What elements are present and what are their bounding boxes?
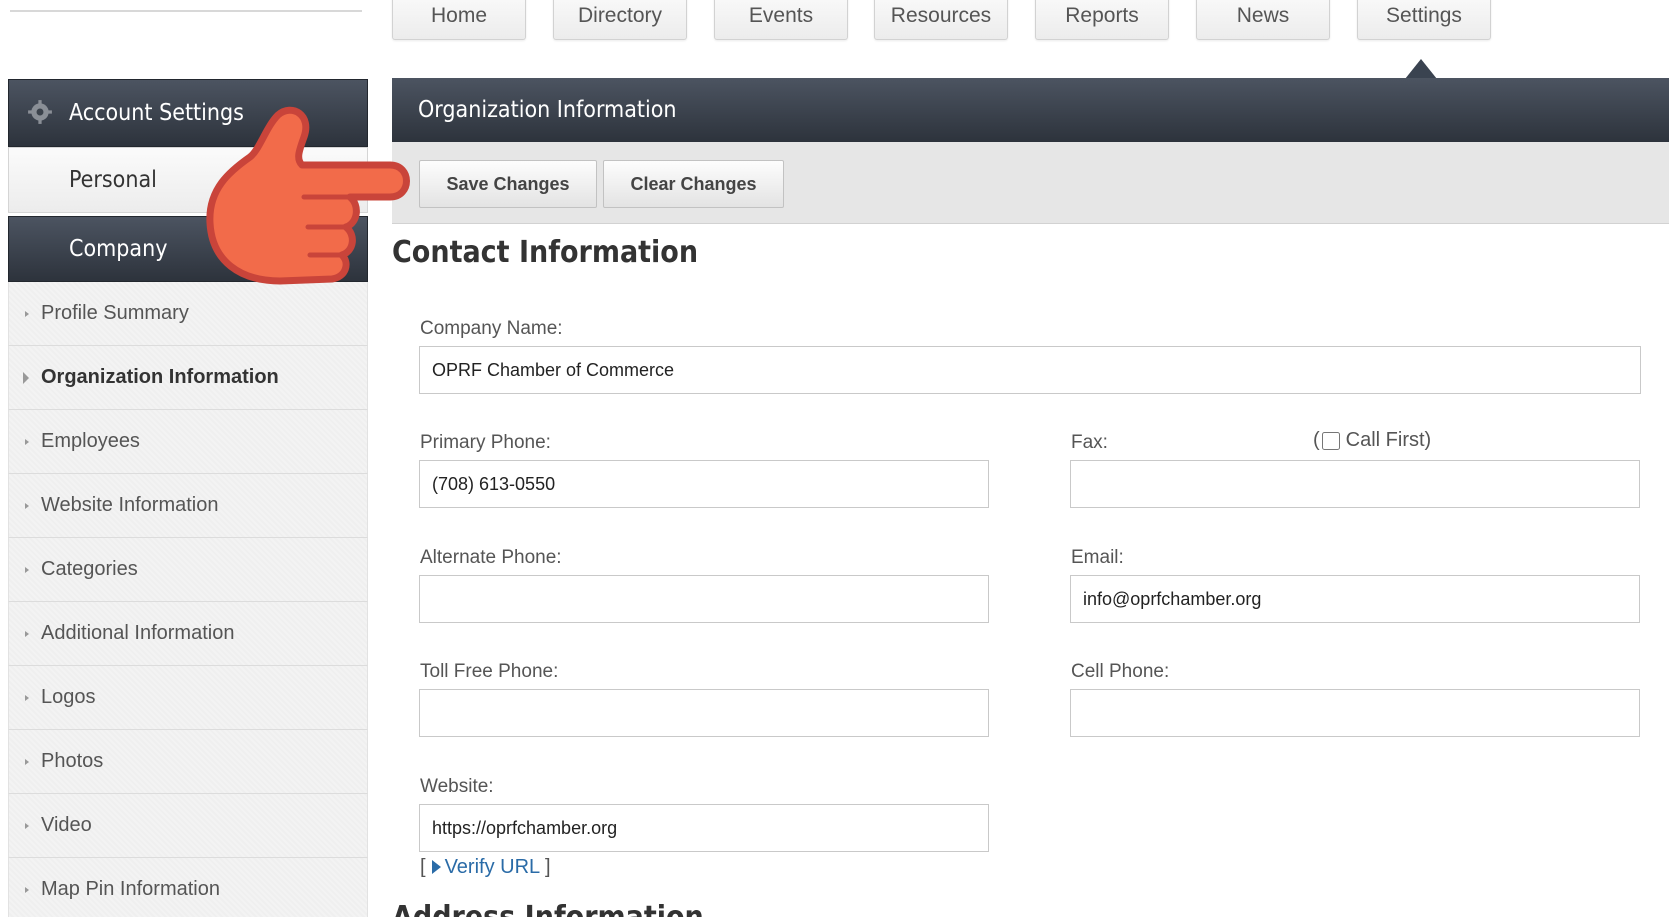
caret-right-icon — [25, 438, 29, 445]
sidebar-item-label: Website Information — [41, 494, 219, 516]
sidebar-item-company[interactable]: Company — [8, 216, 368, 282]
primary-phone-label: Primary Phone: — [420, 432, 551, 453]
fax-input[interactable] — [1070, 460, 1640, 508]
alternate-phone-input[interactable] — [419, 575, 989, 623]
tab-news[interactable]: News — [1196, 0, 1330, 40]
tab-reports[interactable]: Reports — [1035, 0, 1169, 40]
panel-header: Organization Information — [392, 78, 1669, 142]
active-tab-indicator — [1405, 59, 1437, 79]
clear-changes-button[interactable]: Clear Changes — [603, 160, 784, 208]
top-left-divider — [10, 0, 362, 12]
sidebar: Account Settings Personal Company Profil… — [8, 79, 368, 917]
cell-phone-input[interactable] — [1070, 689, 1640, 737]
call-first-checkbox[interactable] — [1321, 431, 1340, 450]
play-triangle-icon — [431, 860, 441, 874]
sidebar-header-label: Account Settings — [69, 100, 244, 126]
contact-information-heading: Contact Information — [392, 235, 699, 270]
sidebar-item-photos[interactable]: Photos — [8, 730, 368, 794]
sidebar-item-label: Personal — [69, 167, 157, 193]
sidebar-item-map-pin-information[interactable]: Map Pin Information — [8, 858, 368, 917]
sidebar-item-website-information[interactable]: Website Information — [8, 474, 368, 538]
caret-right-icon — [25, 502, 29, 509]
sidebar-item-label: Categories — [41, 558, 138, 580]
tab-home[interactable]: Home — [392, 0, 526, 40]
sidebar-item-logos[interactable]: Logos — [8, 666, 368, 730]
email-label: Email: — [1071, 547, 1124, 568]
sidebar-item-label: Logos — [41, 686, 96, 708]
fax-label: Fax: — [1071, 432, 1108, 453]
caret-right-icon — [25, 310, 29, 317]
company-name-input[interactable] — [419, 346, 1641, 394]
toll-free-phone-input[interactable] — [419, 689, 989, 737]
tab-resources[interactable]: Resources — [874, 0, 1008, 40]
verify-url-close-bracket: ] — [544, 856, 551, 878]
sidebar-item-video[interactable]: Video — [8, 794, 368, 858]
alternate-phone-label: Alternate Phone: — [420, 547, 562, 568]
website-label: Website: — [420, 776, 494, 797]
sidebar-item-label: Company — [69, 236, 168, 262]
company-name-label: Company Name: — [420, 318, 563, 339]
sidebar-item-label: Profile Summary — [41, 302, 189, 324]
caret-right-icon — [23, 371, 29, 384]
sidebar-item-additional-information[interactable]: Additional Information — [8, 602, 368, 666]
caret-right-icon — [25, 886, 29, 893]
caret-right-icon — [25, 630, 29, 637]
website-input[interactable] — [419, 804, 989, 852]
sidebar-item-profile-summary[interactable]: Profile Summary — [8, 282, 368, 346]
sidebar-item-personal[interactable]: Personal — [8, 147, 368, 213]
cell-phone-label: Cell Phone: — [1071, 661, 1170, 682]
caret-right-icon — [25, 822, 29, 829]
sidebar-item-label: Map Pin Information — [41, 878, 220, 900]
sidebar-item-label: Employees — [41, 430, 140, 452]
verify-url-open-bracket: [ — [420, 856, 426, 878]
primary-phone-input[interactable] — [419, 460, 989, 508]
page-title: Organization Information — [418, 97, 677, 123]
verify-url-link[interactable]: Verify URL — [445, 856, 540, 878]
sidebar-item-label: Additional Information — [41, 622, 235, 644]
sidebar-item-employees[interactable]: Employees — [8, 410, 368, 474]
tab-directory[interactable]: Directory — [553, 0, 687, 40]
email-input[interactable] — [1070, 575, 1640, 623]
caret-right-icon — [25, 758, 29, 765]
address-information-heading: Address Information — [392, 900, 704, 917]
toll-free-phone-label: Toll Free Phone: — [420, 661, 559, 682]
caret-right-icon — [25, 566, 29, 573]
call-first-label: Call First) — [1345, 429, 1432, 451]
caret-right-icon — [25, 694, 29, 701]
tab-settings[interactable]: Settings — [1357, 0, 1491, 40]
sidebar-company-list: Profile Summary Organization Information… — [8, 282, 368, 917]
save-changes-button[interactable]: Save Changes — [419, 160, 597, 208]
gear-icon — [28, 100, 52, 124]
action-toolbar: Save Changes Clear Changes — [392, 142, 1669, 224]
sidebar-item-categories[interactable]: Categories — [8, 538, 368, 602]
sidebar-item-label: Photos — [41, 750, 104, 772]
sidebar-item-label: Organization Information — [41, 366, 279, 388]
verify-url: [ Verify URL ] — [420, 856, 551, 879]
call-first-option: ( Call First) — [1313, 429, 1431, 452]
sidebar-header-account-settings[interactable]: Account Settings — [8, 79, 368, 147]
sidebar-item-organization-information[interactable]: Organization Information — [8, 346, 368, 410]
tab-events[interactable]: Events — [714, 0, 848, 40]
sidebar-item-label: Video — [41, 814, 92, 836]
call-first-paren: ( — [1313, 429, 1320, 451]
